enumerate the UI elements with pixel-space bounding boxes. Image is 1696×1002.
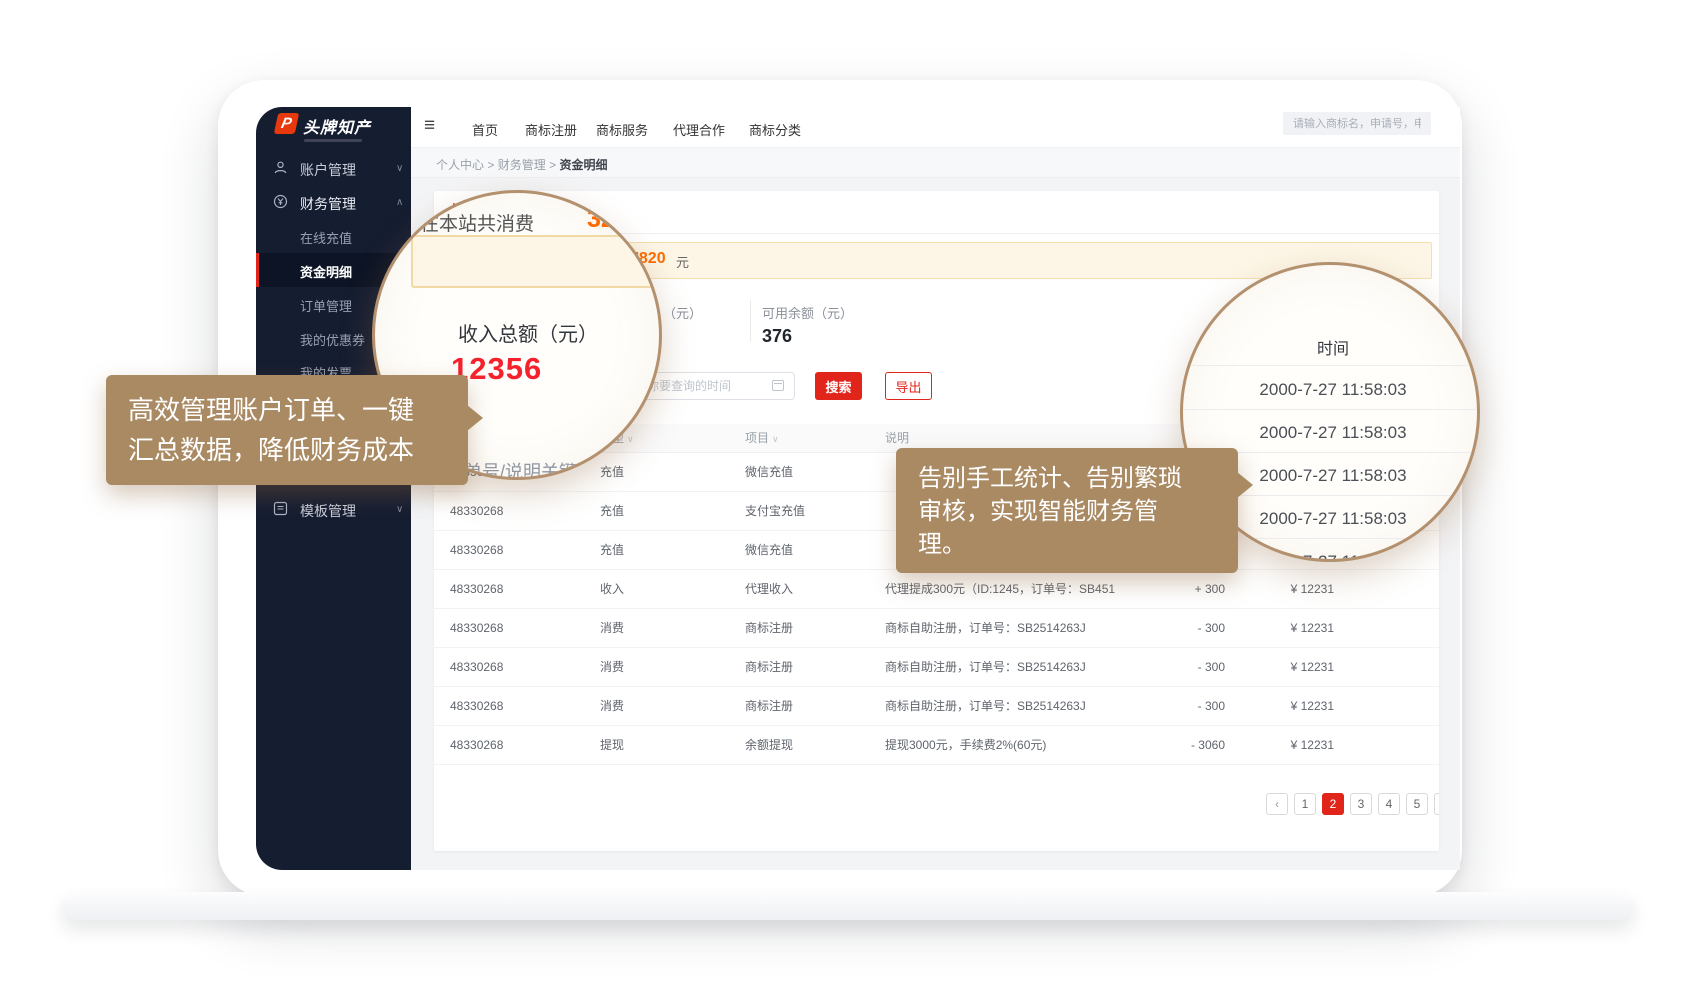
sidebar-item-template[interactable]: 模板管理 bbox=[300, 501, 356, 521]
brand-tagline bbox=[304, 139, 362, 142]
callout-right-line2: 审核，实现智能财务管 bbox=[918, 495, 1216, 528]
table-row[interactable]: 48330268消费商标注册 商标自助注册，订单号：SB2514263J- 30… bbox=[434, 608, 1439, 647]
pagination-page-2[interactable]: 2 bbox=[1322, 793, 1344, 815]
chevron-up-icon: ∧ bbox=[396, 197, 403, 208]
trademark-search-input[interactable] bbox=[1283, 112, 1431, 135]
page-canvas: P 头牌知产 账户管理 ∨ 财务管理 ∧ 在线充值 资金明细 订单管理 我的优惠… bbox=[0, 0, 1696, 1002]
divider bbox=[1183, 409, 1480, 410]
breadcrumb-section[interactable]: 财务管理 bbox=[498, 158, 546, 172]
table-row[interactable]: 48330268消费商标注册 商标自助注册，订单号：SB2514263J- 30… bbox=[434, 686, 1439, 725]
stat-divider bbox=[750, 300, 751, 342]
sidebar-item-coupons[interactable]: 我的优惠券 bbox=[300, 330, 365, 349]
table-row[interactable]: 48330268收入代理收入 代理提成300元（ID:1245，订单号：SB45… bbox=[434, 569, 1439, 608]
table-row[interactable]: 48330268提现余额提现 提现3000元，手续费2%(60元)- 3060¥… bbox=[434, 725, 1439, 764]
callout-left-line1: 高效管理账户订单、一键 bbox=[128, 390, 446, 430]
sidebar-item-order-management[interactable]: 订单管理 bbox=[300, 296, 352, 315]
magnified-banner-text: 您在本站共消费 bbox=[401, 209, 534, 236]
pagination-page-4[interactable]: 4 bbox=[1378, 793, 1400, 815]
divider bbox=[1183, 365, 1480, 366]
brand-logo-icon: P bbox=[274, 113, 299, 134]
callout-right: 告别手工统计、告别繁琐 审核，实现智能财务管 理。 bbox=[896, 448, 1238, 573]
header-project[interactable]: 项目∨ bbox=[745, 424, 885, 452]
callout-right-line1: 告别手工统计、告别繁琐 bbox=[918, 462, 1216, 495]
pagination-page-3[interactable]: 3 bbox=[1350, 793, 1372, 815]
banner-unit: 元 bbox=[676, 252, 689, 271]
sidebar-item-online-recharge[interactable]: 在线充值 bbox=[300, 228, 352, 247]
nav-item-trademark-service[interactable]: 商标服务 bbox=[596, 120, 648, 139]
calendar-icon[interactable] bbox=[772, 380, 784, 391]
sidebar-item-account[interactable]: 账户管理 bbox=[300, 160, 356, 180]
chevron-down-icon: ∨ bbox=[396, 163, 403, 174]
magnified-time-row: 2000-7-27 11:58:03 bbox=[1183, 380, 1480, 400]
callout-right-line3: 理。 bbox=[918, 528, 1216, 561]
brand-name: 头牌知产 bbox=[303, 114, 371, 138]
search-button[interactable]: 搜索 bbox=[815, 372, 862, 400]
nav-item-agency[interactable]: 代理合作 bbox=[673, 120, 725, 139]
sidebar-item-fund-details[interactable]: 资金明细 bbox=[300, 262, 352, 281]
sidebar-item-finance[interactable]: 财务管理 bbox=[300, 194, 356, 214]
stat-mid-label: （元） bbox=[663, 303, 702, 322]
user-icon bbox=[273, 160, 288, 180]
breadcrumb-current: 资金明细 bbox=[559, 158, 607, 172]
magnified-banner bbox=[411, 235, 662, 288]
hamburger-menu-icon[interactable]: ≡ bbox=[424, 115, 435, 137]
callout-arrow-icon bbox=[1237, 472, 1253, 498]
nav-item-trademark-register[interactable]: 商标注册 bbox=[525, 120, 577, 139]
pagination-next-button[interactable]: › bbox=[1434, 793, 1439, 815]
pagination-page-1[interactable]: 1 bbox=[1294, 793, 1316, 815]
finance-icon bbox=[273, 194, 288, 214]
magnified-time-header: 时间 bbox=[1183, 335, 1480, 359]
template-icon bbox=[273, 501, 288, 521]
laptop-base bbox=[62, 892, 1634, 920]
magnified-keyword-header: 订单号/说明关键字 bbox=[446, 458, 595, 480]
sort-caret-icon[interactable]: ∨ bbox=[772, 434, 779, 444]
chevron-down-icon: ∨ bbox=[396, 504, 403, 515]
export-button[interactable]: 导出 bbox=[885, 372, 932, 400]
table-row[interactable]: 48330268消费商标注册 商标自助注册，订单号：SB2514263J- 30… bbox=[434, 647, 1439, 686]
breadcrumb-sep: > bbox=[487, 158, 494, 172]
pagination-prev-button[interactable]: ‹ bbox=[1266, 793, 1288, 815]
stat-balance-value: 376 bbox=[762, 326, 792, 347]
stat-balance-label: 可用余额（元） bbox=[762, 303, 853, 322]
sidebar-active-item-bar bbox=[256, 253, 259, 287]
breadcrumb: 个人中心 > 财务管理 > 资金明细 bbox=[436, 156, 607, 173]
sort-caret-icon[interactable]: ∨ bbox=[627, 434, 634, 444]
pagination-page-5[interactable]: 5 bbox=[1406, 793, 1428, 815]
sidebar bbox=[256, 107, 411, 870]
callout-left: 高效管理账户订单、一键 汇总数据，降低财务成本 bbox=[106, 375, 468, 485]
breadcrumb-sep: > bbox=[549, 158, 556, 172]
nav-item-home[interactable]: 首页 bbox=[472, 120, 498, 139]
magnified-income-label: 收入总额（元） bbox=[458, 318, 598, 347]
pagination: ‹ 1 2 3 4 5 › bbox=[1266, 793, 1439, 815]
nav-item-trademark-category[interactable]: 商标分类 bbox=[749, 120, 801, 139]
callout-left-line2: 汇总数据，降低财务成本 bbox=[128, 430, 446, 470]
magnified-banner-amount: 32124 bbox=[587, 205, 657, 234]
breadcrumb-home[interactable]: 个人中心 bbox=[436, 158, 484, 172]
callout-arrow-icon bbox=[467, 405, 483, 431]
magnified-time-row: 2000-7-27 11:58:03 bbox=[1183, 423, 1480, 443]
